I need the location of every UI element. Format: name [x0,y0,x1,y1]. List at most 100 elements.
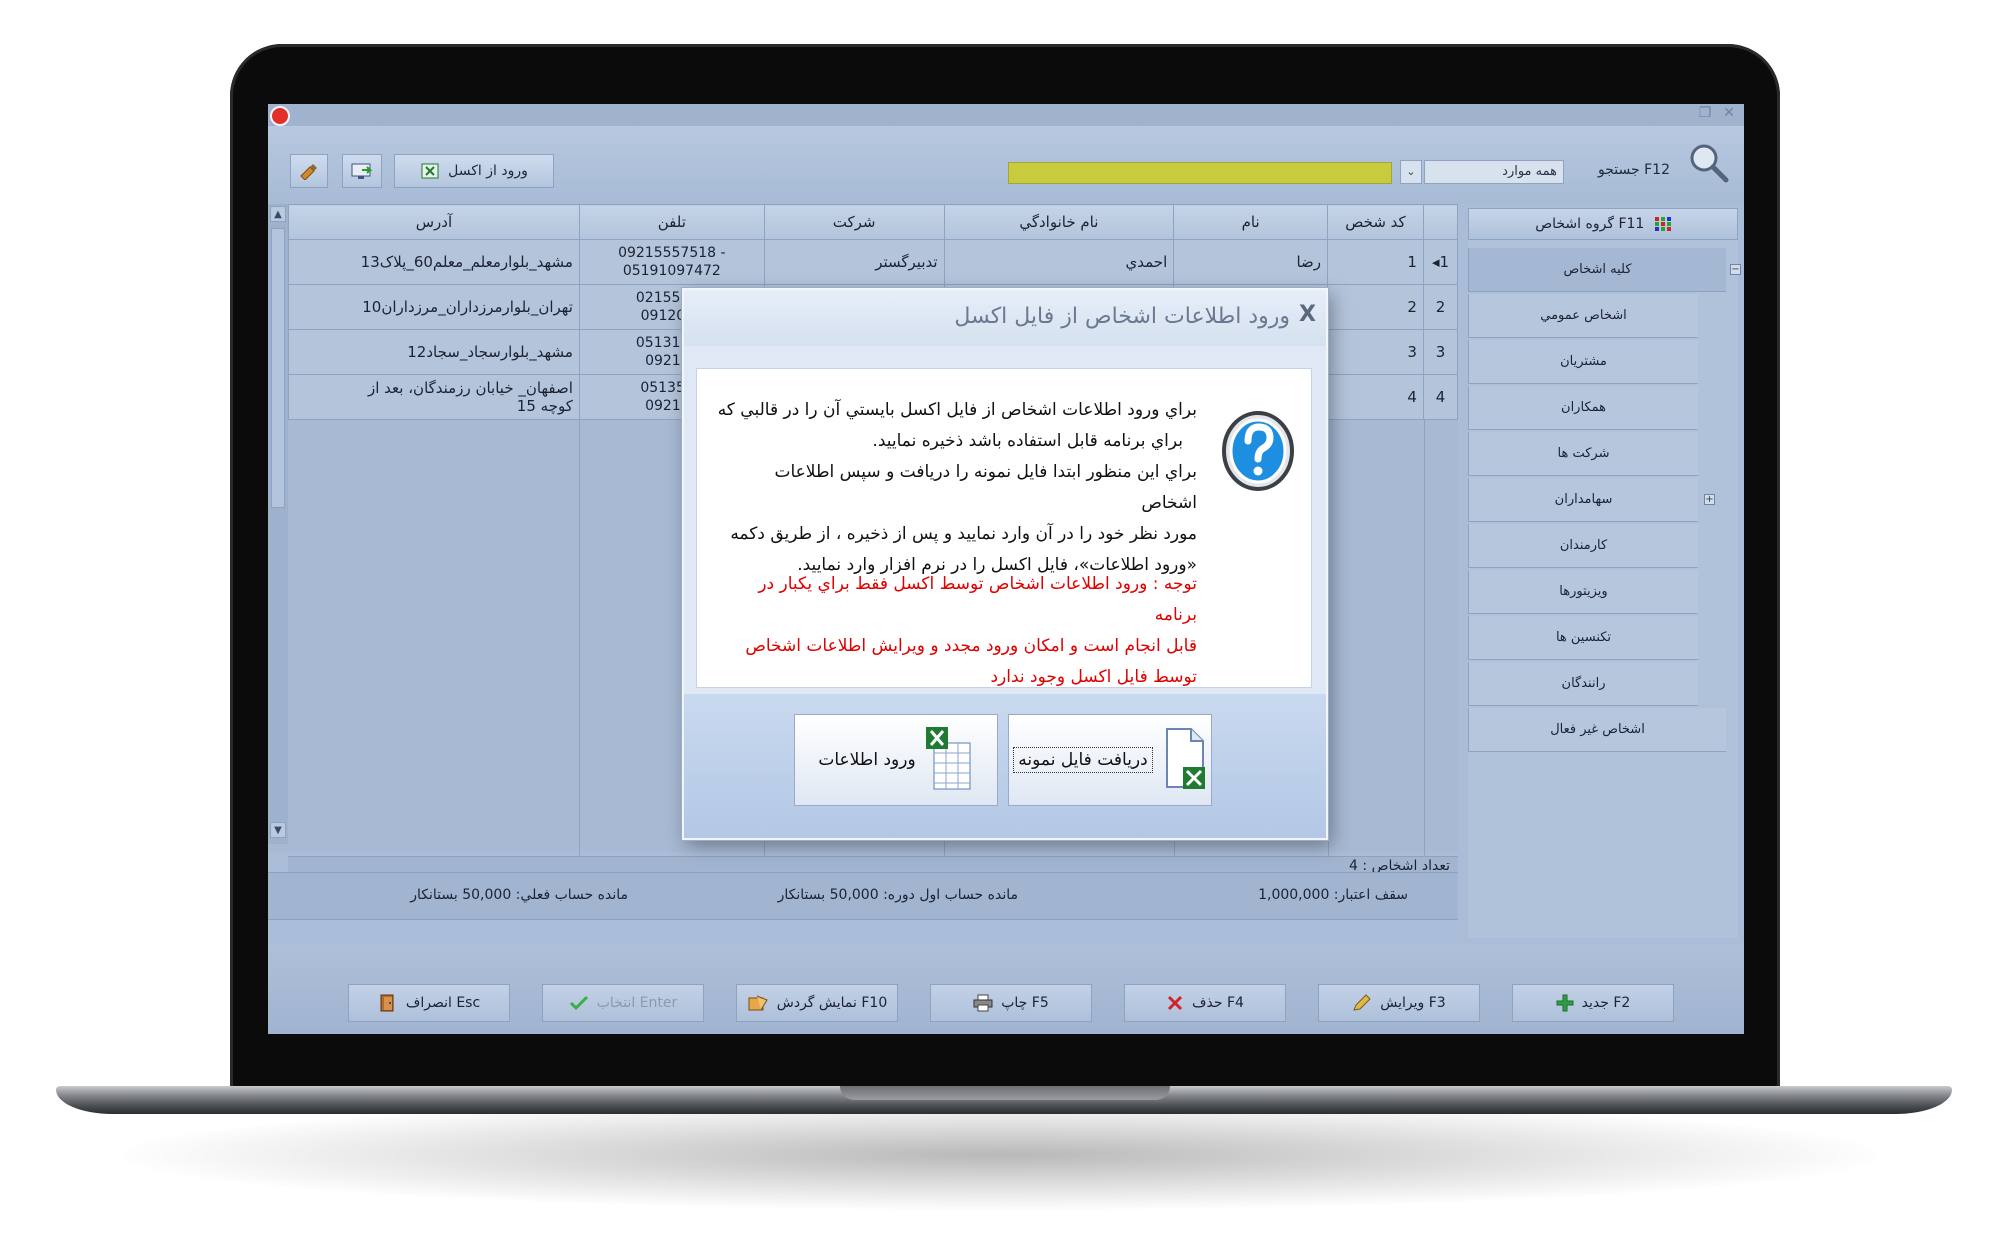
dialog-warning: توجه : ورود اطلاعات اشخاص توسط اکسل فقط … [717,569,1197,693]
sidebar-item-all-persons[interactable]: کليه اشخاص [1468,248,1726,292]
filter-dropdown-arrow[interactable]: ⌄ [1400,160,1422,184]
scroll-up-icon[interactable]: ▲ [270,206,286,222]
table-header-row: آدرس تلفن شرکت نام خانوادگي نام کد شخص [288,204,1459,240]
delete-x-icon [1167,995,1183,1011]
title-bar: ❐ ✕ [268,104,1744,126]
cell-address: اصفهان_ خيابان رزمندگان، بعد از کوچه 15 [288,374,580,420]
excel-import-dialog: X ورود اطلاعات اشخاص از فايل اکسل براي و… [682,288,1328,840]
sidebar-item-inactive[interactable]: اشخاص غير فعال [1468,708,1726,752]
ledger-icon [748,995,768,1011]
brush-icon [300,164,317,180]
sidebar-item-employees[interactable]: کارمندان [1468,524,1698,568]
laptop-shadow [120,1100,1880,1210]
select-button-label: انتخاب Enter [596,995,678,1011]
close-window-icon[interactable]: ✕ [1720,105,1738,121]
row-selector[interactable]: 3 [1422,329,1459,375]
cancel-button-label: انصراف Esc [405,995,481,1011]
person-groups-title: گروه اشخاص F11 [1535,216,1645,232]
sidebar-item-companies[interactable]: شرکت ها [1468,432,1698,476]
edit-button[interactable]: ويرايش F3 [1318,984,1480,1022]
person-groups-header[interactable]: گروه اشخاص F11 [1468,208,1738,240]
table-row[interactable]: مشهد_بلوارمعلم_معلم60_پلاک13 09215557518… [288,239,1459,285]
action-bar: جديد F2 ويرايش F3 حذف F4 چاپ F5 نمايش گر… [268,944,1744,1034]
cell-address: تهران_بلوارمرزداران_مرزداران10 [288,284,580,330]
person-groups-panel: گروه اشخاص F11 کليه اشخاص − اشخاص عمومي … [1468,208,1741,938]
address-text: مشهد_بلوارمعلم_معلم60_پلاک13 [360,253,573,271]
phone-text: 05191097472 [622,263,721,279]
column-header-phone[interactable]: تلفن [578,204,765,240]
cell-address: مشهد_بلوارسجاد_سجاد12 [288,329,580,375]
settings-tool-button[interactable] [290,154,328,188]
search-icon[interactable] [1686,140,1730,184]
import-data-button[interactable]: ورود اطلاعات [794,714,998,806]
cell-first-name: رضا [1173,239,1329,285]
question-icon [1222,411,1294,491]
dialog-button-area: ورود اطلاعات دريافت فايل نمونه [684,694,1326,838]
sidebar-item-visitors[interactable]: ويزيتورها [1468,570,1698,614]
search-input[interactable] [1008,162,1392,184]
pencil-icon [1353,994,1371,1011]
sidebar-item-technicians[interactable]: تکنسين ها [1468,616,1698,660]
cell-code: 3 [1327,329,1424,375]
expand-icon[interactable]: + [1704,494,1715,505]
address-text: تهران_بلوارمرزداران_مرزداران10 [362,298,573,316]
maximize-icon[interactable]: ❐ [1696,105,1714,121]
cell-code: 1 [1327,239,1424,285]
phone-text: 09215557518 - [618,245,726,261]
excel-file-icon [1165,728,1205,789]
column-header-address[interactable]: آدرس [288,204,580,240]
grid-scrollbar[interactable]: ▲ ▼ [268,204,288,844]
export-tool-button[interactable] [342,154,382,188]
sidebar-item-colleagues[interactable]: همکاران [1468,386,1698,430]
row-selector[interactable]: ◂1 [1422,239,1459,285]
cell-phone: 09215557518 - 05191097472 [578,239,765,285]
printer-icon [973,994,993,1012]
import-from-excel-button[interactable]: ورود از اکسل [394,154,554,188]
column-header-first-name[interactable]: نام [1173,204,1329,240]
show-turnover-label: نمايش گردش F10 [776,995,888,1011]
excel-sheet-icon [925,727,971,790]
warning-line: توجه : ورود اطلاعات اشخاص توسط اکسل فقط … [758,574,1197,625]
instruction-line: براي ورود اطلاعات اشخاص از فايل اکسل باي… [717,400,1197,420]
toolbar: ورود از اکسل ⌄ همه موارد جستجو F12 [268,126,1744,204]
sidebar-item-shareholders[interactable]: سهامداران [1468,478,1698,522]
cell-last-name: احمدي [943,239,1175,285]
sidebar-item-customers[interactable]: مشتريان [1468,340,1698,384]
filter-dropdown[interactable]: همه موارد [1424,160,1564,184]
grid-dots-icon [1654,217,1671,231]
column-header-code[interactable]: کد شخص [1327,204,1424,240]
row-selector[interactable]: 2 [1422,284,1459,330]
dialog-close-icon[interactable]: X [1299,302,1316,327]
instruction-line: براي برنامه قابل استفاده باشد ذخيره نماي… [872,431,1183,451]
cancel-button[interactable]: انصراف Esc [348,984,510,1022]
dialog-title: ورود اطلاعات اشخاص از فايل اکسل [954,304,1290,329]
select-button[interactable]: انتخاب Enter [542,984,704,1022]
scroll-thumb[interactable] [271,228,285,508]
delete-button[interactable]: حذف F4 [1124,984,1286,1022]
column-header-last-name[interactable]: نام خانوادگي [943,204,1175,240]
show-turnover-button[interactable]: نمايش گردش F10 [736,984,898,1022]
checkmark-icon [569,995,588,1011]
delete-button-label: حذف F4 [1192,995,1244,1011]
import-from-excel-label: ورود از اکسل [448,163,528,179]
print-button-label: چاپ F5 [1001,995,1049,1011]
excel-icon [421,163,439,179]
sidebar-item-drivers[interactable]: رانندگان [1468,662,1698,706]
import-data-label: ورود اطلاعات [818,750,916,770]
collapse-icon[interactable]: − [1730,264,1741,275]
print-button[interactable]: چاپ F5 [930,984,1092,1022]
address-text: مشهد_بلوارسجاد_سجاد12 [407,343,573,361]
sidebar-item-general[interactable]: اشخاص عمومي [1468,294,1698,338]
download-sample-label: دريافت فايل نمونه [1013,747,1153,773]
monitor-export-icon [351,163,373,179]
edit-button-label: ويرايش F3 [1380,995,1446,1011]
exit-door-icon [380,994,394,1012]
download-sample-button[interactable]: دريافت فايل نمونه [1008,714,1212,806]
column-header-selector [1422,204,1459,240]
column-header-company[interactable]: شرکت [763,204,945,240]
new-button[interactable]: جديد F2 [1512,984,1674,1022]
app-logo-icon [270,106,290,126]
cell-code: 4 [1327,374,1424,420]
row-selector[interactable]: 4 [1422,374,1459,420]
scroll-down-icon[interactable]: ▼ [270,822,286,838]
